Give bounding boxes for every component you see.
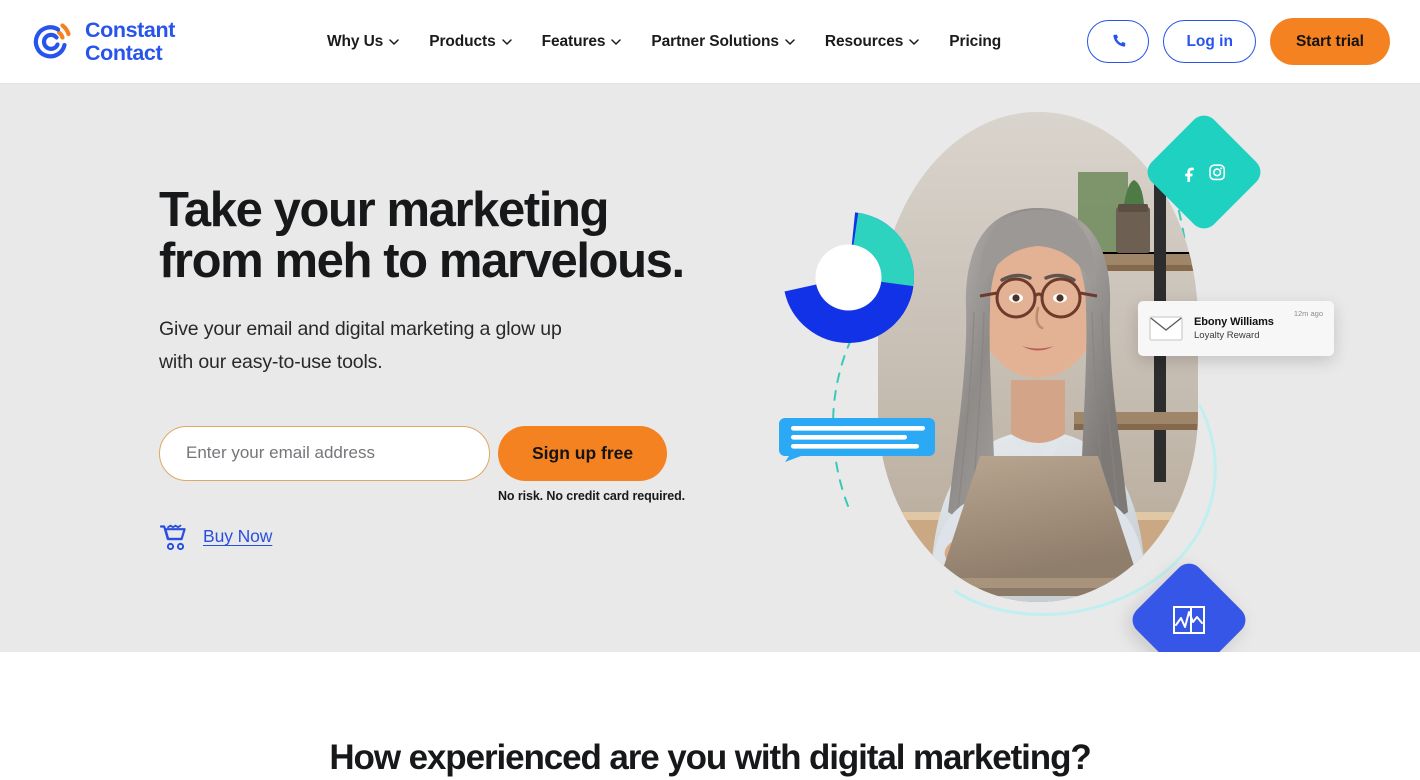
envelope-icon <box>1149 316 1183 341</box>
nav-item-pricing[interactable]: Pricing <box>949 33 1001 51</box>
nav-label: Pricing <box>949 32 1002 50</box>
header-actions: Log in Start trial <box>1087 18 1390 65</box>
experience-section: How experienced are you with digital mar… <box>0 652 1420 780</box>
site-header: Constant Contact Why Us Products Feature… <box>0 0 1420 84</box>
nav-label: Partner Solutions <box>651 32 779 50</box>
email-notification-card[interactable]: Ebony Williams Loyalty Reward 12m ago <box>1138 301 1334 356</box>
nav-label: Features <box>541 32 606 50</box>
hero-photo <box>878 112 1198 602</box>
chevron-down-icon <box>909 38 920 45</box>
phone-icon <box>1113 34 1126 47</box>
analytics-diamond-badge <box>1126 557 1252 652</box>
hero-artwork: Ebony Williams Loyalty Reward 12m ago <box>770 106 1334 652</box>
signup-free-button[interactable]: Sign up free <box>498 425 668 481</box>
logo-wordmark: Constant Contact <box>85 17 175 65</box>
nav-label: Why Us <box>326 32 384 50</box>
logo-link[interactable]: Constant Contact <box>28 18 175 66</box>
start-trial-button[interactable]: Start trial <box>1269 18 1390 65</box>
page-root: Constant Contact Why Us Products Feature… <box>0 0 1420 780</box>
chevron-down-icon <box>611 38 622 45</box>
no-risk-disclaimer: No risk. No credit card required. <box>498 488 686 503</box>
hero-section: Take your marketing from meh to marvelou… <box>0 84 1420 652</box>
hero-copy: Take your marketing from meh to marvelou… <box>159 185 779 551</box>
analytics-chart-icon <box>1173 606 1205 634</box>
notification-sender: Ebony Williams <box>1194 316 1274 328</box>
nav-item-resources[interactable]: Resources <box>824 32 920 51</box>
chevron-down-icon <box>389 38 399 45</box>
facebook-icon <box>1185 166 1195 181</box>
nav-label: Resources <box>824 32 904 50</box>
buy-now-link[interactable]: Buy Now <box>159 523 272 551</box>
chevron-down-icon <box>501 38 512 45</box>
donut-chart-icon <box>783 212 914 343</box>
hero-subtitle: Give your email and digital marketing a … <box>159 317 562 374</box>
instagram-icon <box>1209 164 1226 180</box>
chat-bubble-icon <box>779 418 935 462</box>
nav-item-partner-solutions[interactable]: Partner Solutions <box>651 33 795 51</box>
login-button[interactable]: Log in <box>1163 20 1256 63</box>
buy-now-label: Buy Now <box>203 526 273 547</box>
email-input[interactable] <box>159 425 490 481</box>
experience-section-title: How experienced are you with digital mar… <box>329 738 1091 777</box>
nav-item-products[interactable]: Products <box>429 32 512 51</box>
notification-subject: Loyalty Reward <box>1194 330 1260 341</box>
main-navigation: Why Us Products Features Partner Solutio… <box>327 33 1001 51</box>
signup-form: Sign up free <box>159 425 779 481</box>
hero-title: Take your marketing from meh to marvelou… <box>159 183 685 288</box>
nav-label: Products <box>429 32 496 50</box>
shopping-cart-icon <box>159 524 186 551</box>
phone-button[interactable] <box>1087 20 1150 63</box>
notification-timestamp: 12m ago <box>1293 309 1323 318</box>
woman-at-laptop-photo <box>878 112 1198 602</box>
nav-item-features[interactable]: Features <box>542 33 622 51</box>
notification-text: Ebony Williams Loyalty Reward <box>1194 316 1283 341</box>
nav-item-why-us[interactable]: Why Us <box>327 33 399 51</box>
constant-contact-logo-icon <box>33 22 71 58</box>
chevron-down-icon <box>785 38 795 45</box>
